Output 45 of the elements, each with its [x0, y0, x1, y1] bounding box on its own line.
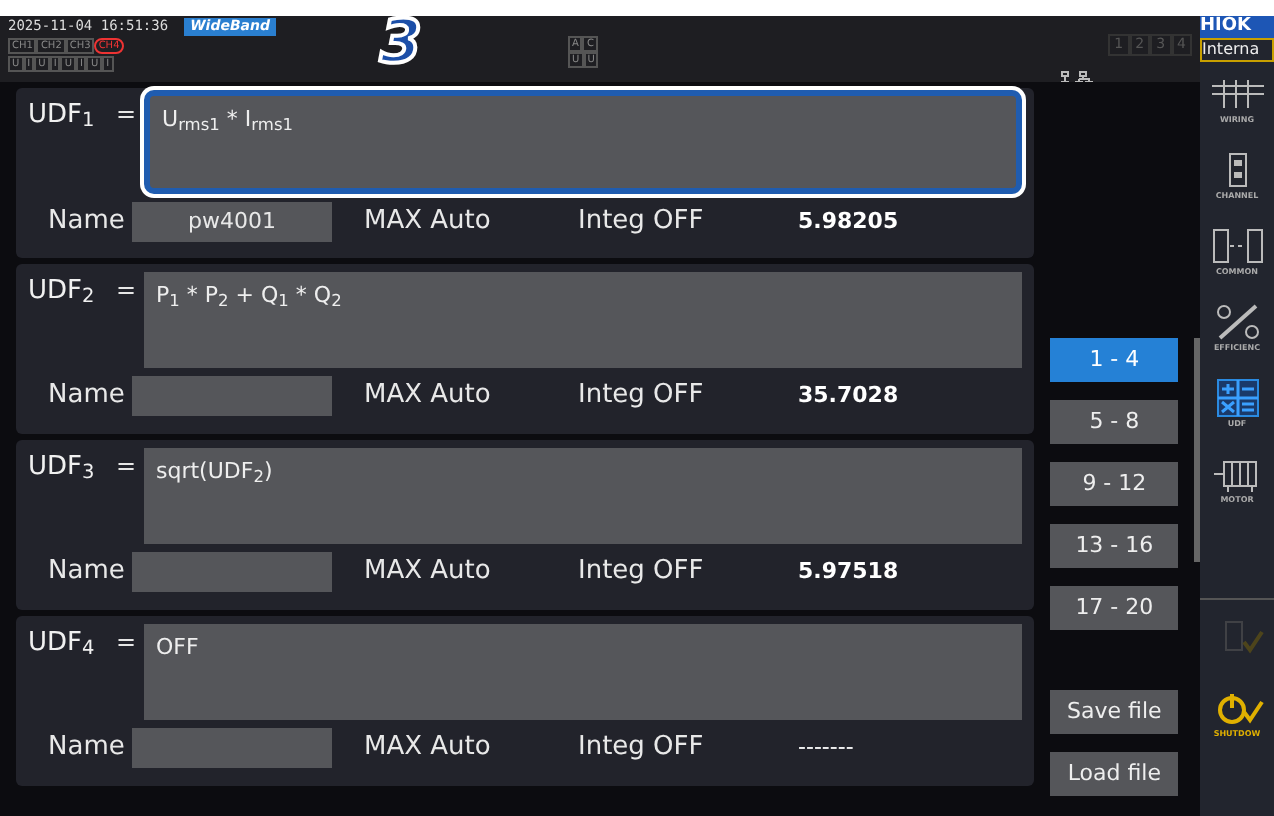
integration-label: Integ OFF — [578, 554, 706, 591]
name-field[interactable] — [132, 376, 332, 416]
file-button[interactable]: Load file — [1050, 752, 1179, 796]
udf-label: UDF$_{4}$ — [28, 626, 97, 665]
max-range-label: MAX Auto — [364, 378, 493, 415]
udf-label: UDF$_{3}$ — [28, 450, 97, 489]
integration-label: Integ OFF — [578, 378, 706, 415]
equals-sign: = — [116, 98, 139, 132]
page-range-tab[interactable]: 5 - 8 — [1050, 400, 1179, 444]
udf-label: UDF$_{2}$ — [28, 274, 97, 313]
integration-label: Integ OFF — [578, 730, 706, 767]
udf-label: UDF$_{1}$ — [28, 98, 97, 137]
udf-value: 5.98205 — [798, 205, 899, 238]
udf-value: ------- — [798, 731, 854, 764]
name-label: Name — [46, 730, 127, 767]
max-range-label: MAX Auto — [364, 204, 493, 241]
formula-field[interactable]: P$_{1}$ * P$_{2}$ + Q$_{1}$ * Q$_{2}$ — [144, 272, 1023, 368]
udf-value: 35.7028 — [798, 379, 899, 412]
equals-sign: = — [116, 274, 139, 308]
page-range-tab[interactable]: 17 - 20 — [1050, 586, 1179, 630]
max-range-label: MAX Auto — [364, 730, 493, 767]
name-field[interactable] — [132, 728, 332, 768]
brand-logo: HIOK — [1200, 16, 1274, 38]
step-number: 3 — [380, 16, 422, 80]
max-range-label: MAX Auto — [364, 554, 493, 591]
udf-value: 5.97518 — [798, 555, 899, 588]
name-label: Name — [46, 378, 127, 415]
scrollbar[interactable] — [1194, 338, 1200, 562]
equals-sign: = — [116, 450, 139, 484]
source-field[interactable]: Interna — [1200, 38, 1274, 62]
formula-field[interactable]: U$_{rms1}$ * I$_{rms1}$ — [144, 90, 1023, 194]
wiring-icon[interactable] — [1207, 74, 1267, 114]
formula-field[interactable]: sqrt(UDF$_{2}$) — [144, 448, 1023, 544]
formula-field[interactable]: OFF — [144, 624, 1023, 720]
file-button[interactable]: Save file — [1050, 690, 1179, 734]
name-field[interactable]: pw4001 — [132, 202, 332, 242]
name-label: Name — [46, 554, 127, 591]
common-icon[interactable] — [1207, 226, 1267, 266]
page-range-tab[interactable]: 1 - 4 — [1050, 338, 1179, 382]
page-range-tab[interactable]: 13 - 16 — [1050, 524, 1179, 568]
page-range-tab[interactable]: 9 - 12 — [1050, 462, 1179, 506]
equals-sign: = — [116, 626, 139, 660]
name-label: Name — [46, 204, 127, 241]
integration-label: Integ OFF — [578, 204, 706, 241]
name-field[interactable] — [132, 552, 332, 592]
